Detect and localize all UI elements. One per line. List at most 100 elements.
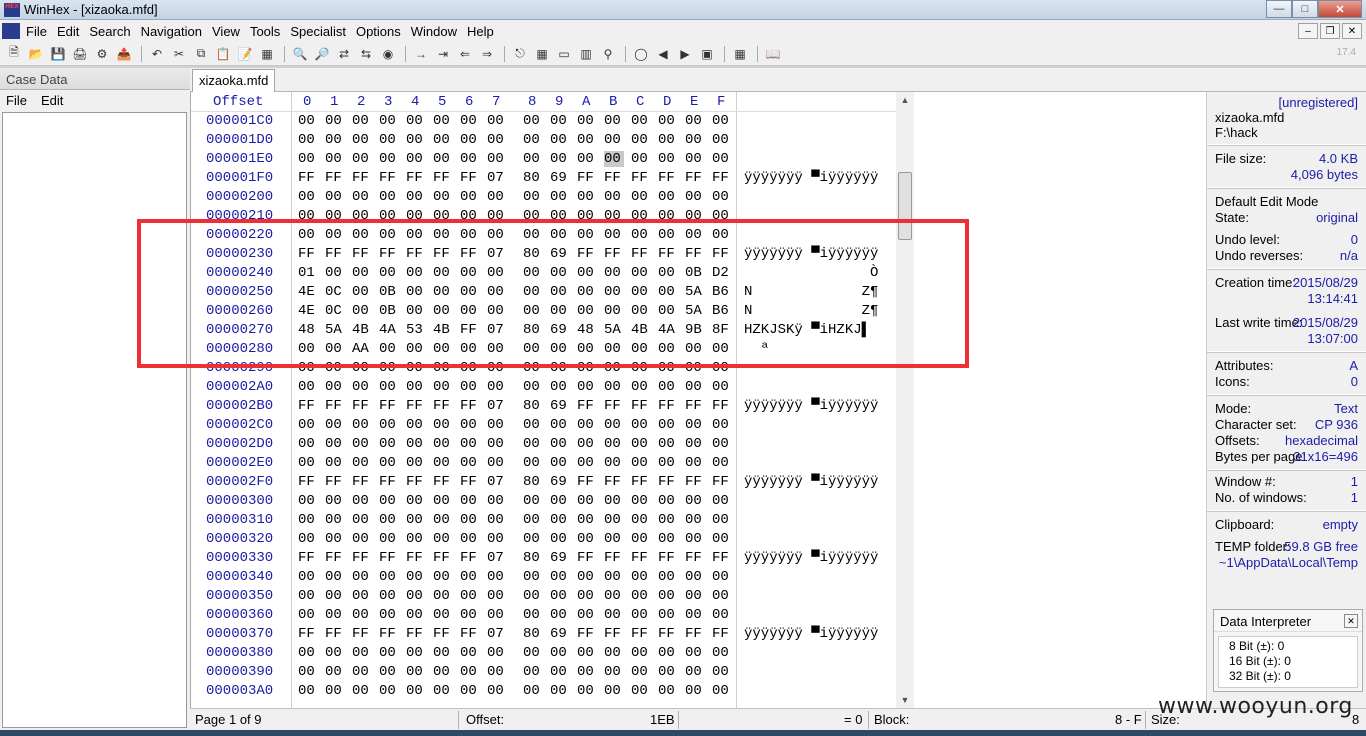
hex-byte[interactable]: FF <box>658 550 678 566</box>
hex-byte[interactable]: 00 <box>379 569 399 585</box>
hex-byte[interactable]: 00 <box>577 588 597 604</box>
hex-byte[interactable]: 00 <box>352 588 372 604</box>
paste-icon[interactable]: 📋 <box>213 45 233 63</box>
hex-byte[interactable]: 00 <box>298 132 318 148</box>
hex-byte[interactable]: 00 <box>604 493 624 509</box>
hex-byte[interactable]: FF <box>658 626 678 642</box>
hex-byte[interactable]: 00 <box>406 436 426 452</box>
binary-icon[interactable]: ▦ <box>257 45 277 63</box>
hex-byte[interactable]: 00 <box>550 531 570 547</box>
hex-byte[interactable]: 00 <box>631 417 651 433</box>
hex-byte[interactable]: 00 <box>460 607 480 623</box>
hex-byte[interactable]: 00 <box>550 379 570 395</box>
hex-byte[interactable]: FF <box>406 398 426 414</box>
hex-byte[interactable]: 00 <box>406 512 426 528</box>
hex-byte[interactable]: FF <box>685 550 705 566</box>
hex-byte[interactable]: 00 <box>406 379 426 395</box>
hex-byte[interactable]: 00 <box>325 417 345 433</box>
goto-offset-icon[interactable]: → <box>411 45 431 63</box>
hex-byte[interactable]: 00 <box>523 683 543 699</box>
menu-file[interactable]: File <box>26 24 55 39</box>
undo-icon[interactable]: ↶ <box>147 45 167 63</box>
print-icon[interactable]: 🖨 <box>70 45 90 63</box>
hex-byte[interactable]: 00 <box>550 607 570 623</box>
hex-byte[interactable]: 80 <box>523 550 543 566</box>
hex-byte[interactable]: 00 <box>487 417 507 433</box>
hex-byte[interactable]: 80 <box>523 398 543 414</box>
hex-byte[interactable]: 00 <box>325 113 345 129</box>
hex-byte[interactable]: 00 <box>658 512 678 528</box>
hex-byte[interactable]: 00 <box>379 151 399 167</box>
hex-byte[interactable]: 00 <box>712 113 732 129</box>
hex-byte[interactable]: FF <box>604 170 624 186</box>
hex-byte[interactable]: 00 <box>325 664 345 680</box>
hex-byte[interactable]: 00 <box>631 189 651 205</box>
hex-byte[interactable]: FF <box>685 474 705 490</box>
hex-byte[interactable]: 00 <box>523 607 543 623</box>
menu-tools[interactable]: Tools <box>250 24 288 39</box>
hex-byte[interactable]: 00 <box>487 683 507 699</box>
hex-byte[interactable]: 00 <box>325 569 345 585</box>
hex-byte[interactable]: FF <box>460 550 480 566</box>
hex-byte[interactable]: 00 <box>352 455 372 471</box>
hex-byte[interactable]: 00 <box>685 455 705 471</box>
hex-byte[interactable]: 00 <box>523 113 543 129</box>
hex-byte[interactable]: 00 <box>550 493 570 509</box>
hex-byte[interactable]: 00 <box>406 645 426 661</box>
hex-byte[interactable]: 00 <box>712 664 732 680</box>
case-data-tree[interactable] <box>2 112 187 728</box>
hex-byte[interactable]: FF <box>433 398 453 414</box>
hex-byte[interactable]: 00 <box>325 607 345 623</box>
ascii-text[interactable]: ÿÿÿÿÿÿÿ ▀iÿÿÿÿÿÿ <box>744 474 878 490</box>
hex-byte[interactable]: 00 <box>433 512 453 528</box>
hex-byte[interactable]: 00 <box>658 664 678 680</box>
hex-byte[interactable]: 00 <box>577 493 597 509</box>
winhex-app-icon[interactable]: HEX <box>4 2 20 17</box>
replace-text-icon[interactable]: ⇄ <box>334 45 354 63</box>
hex-byte[interactable]: 00 <box>712 493 732 509</box>
menu-specialist[interactable]: Specialist <box>290 24 354 39</box>
hex-byte[interactable]: 00 <box>685 569 705 585</box>
hex-byte[interactable]: 00 <box>523 588 543 604</box>
hex-byte[interactable]: 00 <box>325 151 345 167</box>
hex-byte[interactable]: FF <box>325 170 345 186</box>
hex-byte[interactable]: 00 <box>460 493 480 509</box>
hex-byte[interactable]: 00 <box>487 189 507 205</box>
hex-byte[interactable]: FF <box>658 170 678 186</box>
hex-editor-view[interactable]: Offset 0123456789ABCDEF 000001C0 00 00 00 00… <box>190 92 896 708</box>
hex-byte[interactable]: 00 <box>379 512 399 528</box>
hex-byte[interactable]: 00 <box>379 664 399 680</box>
hex-byte[interactable]: 00 <box>487 664 507 680</box>
hex-byte[interactable]: 00 <box>325 512 345 528</box>
hex-byte[interactable]: FF <box>298 398 318 414</box>
hex-byte[interactable]: 00 <box>550 436 570 452</box>
drive-icon[interactable]: ▭ <box>554 45 574 63</box>
hex-byte[interactable]: 00 <box>631 531 651 547</box>
hex-byte[interactable]: 00 <box>658 588 678 604</box>
hex-byte[interactable]: 00 <box>550 645 570 661</box>
hex-byte[interactable]: 00 <box>523 645 543 661</box>
hex-byte[interactable]: 00 <box>379 189 399 205</box>
hex-byte[interactable]: 00 <box>523 512 543 528</box>
hex-byte[interactable]: 00 <box>406 455 426 471</box>
hex-byte[interactable]: 69 <box>550 170 570 186</box>
hex-byte[interactable]: 69 <box>550 626 570 642</box>
hex-byte[interactable]: 00 <box>631 436 651 452</box>
hex-byte[interactable]: 00 <box>577 379 597 395</box>
hex-byte[interactable]: 00 <box>298 436 318 452</box>
hex-byte[interactable]: FF <box>577 550 597 566</box>
hex-byte[interactable]: FF <box>604 474 624 490</box>
hex-byte[interactable]: FF <box>685 626 705 642</box>
hex-byte[interactable]: 00 <box>487 607 507 623</box>
hex-byte[interactable]: 00 <box>352 379 372 395</box>
hex-byte[interactable]: 00 <box>550 132 570 148</box>
hex-byte[interactable]: FF <box>352 626 372 642</box>
hex-byte[interactable]: 00 <box>631 379 651 395</box>
ascii-text[interactable]: ÿÿÿÿÿÿÿ ▀iÿÿÿÿÿÿ <box>744 398 878 414</box>
hex-byte[interactable]: 00 <box>352 189 372 205</box>
hex-byte[interactable]: 00 <box>298 379 318 395</box>
hex-byte[interactable]: 00 <box>685 151 705 167</box>
magnifier-icon[interactable]: ⚲ <box>598 45 618 63</box>
hex-byte[interactable]: 00 <box>406 664 426 680</box>
ascii-text[interactable]: ÿÿÿÿÿÿÿ ▀iÿÿÿÿÿÿ <box>744 170 878 186</box>
